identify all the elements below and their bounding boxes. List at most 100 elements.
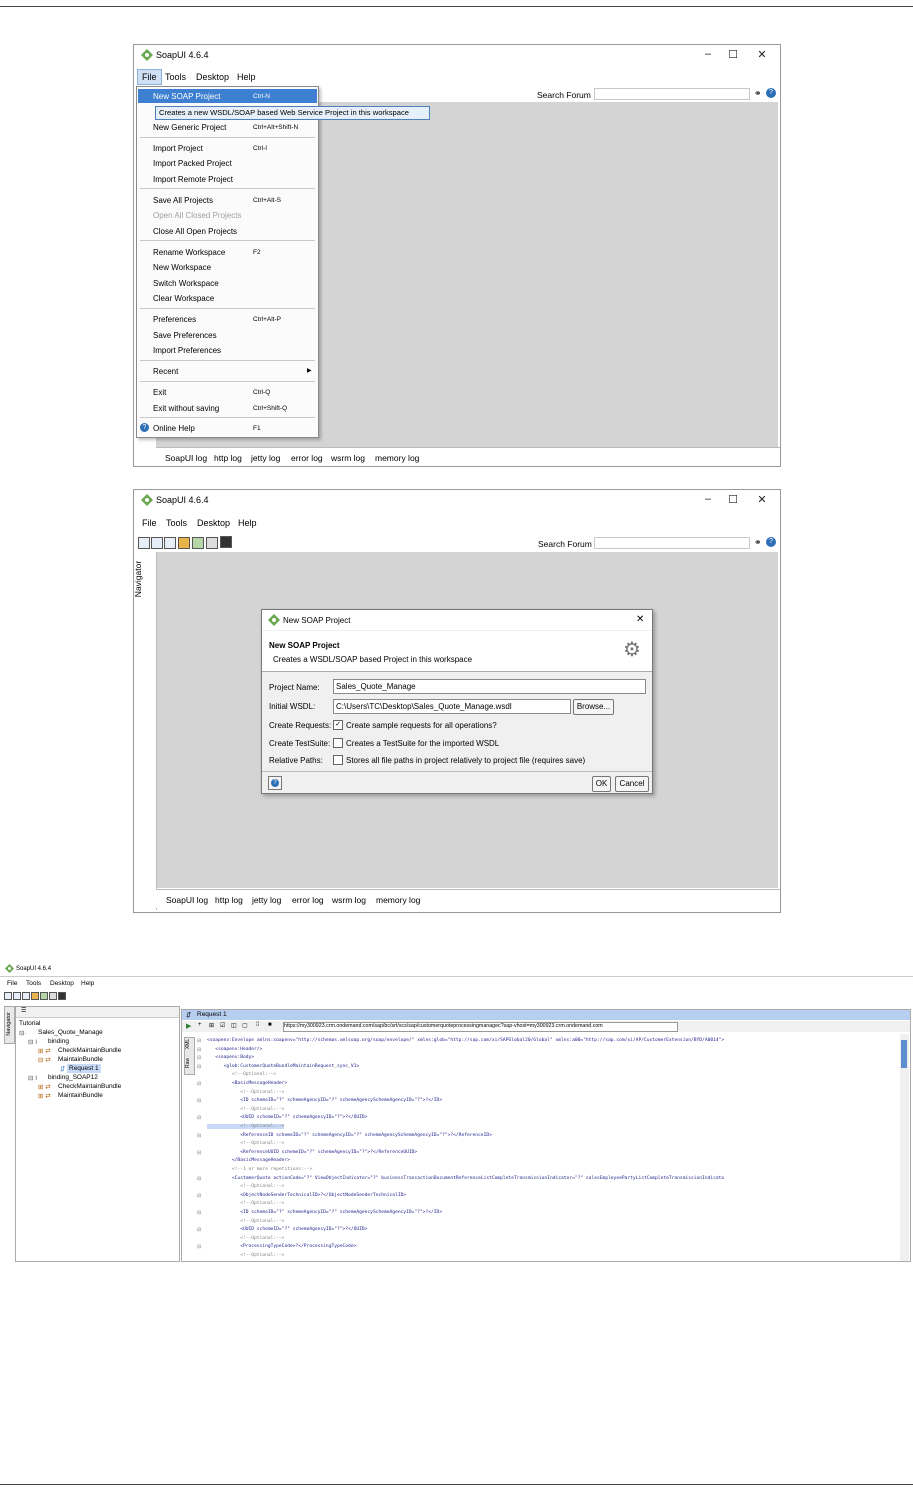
create-requests-checkbox[interactable]: ✓ xyxy=(333,720,343,730)
new-project-icon[interactable] xyxy=(4,992,12,1000)
menu-item-clear-workspace[interactable]: Clear Workspace xyxy=(153,294,214,308)
fold-icon[interactable]: ⊟ xyxy=(197,1064,201,1070)
add-assertion-icon[interactable]: + xyxy=(198,1022,202,1028)
list-icon[interactable]: ☰ xyxy=(21,1007,26,1014)
tree-node-request[interactable]: Request 1 xyxy=(67,1064,101,1073)
relative-paths-checkbox[interactable] xyxy=(333,755,343,765)
minimize-icon[interactable]: – xyxy=(700,493,716,505)
preferences-icon[interactable] xyxy=(49,992,57,1000)
dialog-close-icon[interactable]: ✕ xyxy=(636,614,644,625)
expand-icon[interactable]: ⊟ I xyxy=(28,1074,37,1082)
fold-icon[interactable]: ⊟ xyxy=(197,1193,201,1199)
log-tab-jetty[interactable]: jetty log xyxy=(251,453,280,463)
stop-icon[interactable]: ■ xyxy=(268,1022,272,1028)
menu-item-new-generic-project[interactable]: New Generic Project xyxy=(153,123,226,137)
menu-item-import-packed-project[interactable]: Import Packed Project xyxy=(153,159,232,173)
preferences-icon[interactable] xyxy=(206,537,218,549)
project-name-field[interactable]: Sales_Quote_Manage xyxy=(333,679,646,694)
menu-help[interactable]: Help xyxy=(238,518,257,528)
menu-item-save-preferences[interactable]: Save Preferences xyxy=(153,331,217,345)
search-forum-input[interactable] xyxy=(594,537,750,549)
menu-item-exit-without-saving[interactable]: Exit without saving xyxy=(153,404,219,418)
help-icon[interactable]: ? xyxy=(766,537,776,547)
fold-icon[interactable]: ⊟ xyxy=(197,1038,201,1044)
proxy-icon[interactable] xyxy=(58,992,66,1000)
tree-node-operation[interactable]: CheckMaintainBundle xyxy=(58,1083,121,1090)
log-tab-http[interactable]: http log xyxy=(215,895,243,905)
menu-desktop[interactable]: Desktop xyxy=(196,72,229,82)
scrollbar-thumb[interactable] xyxy=(901,1040,907,1068)
menu-item-rename-workspace[interactable]: Rename Workspace xyxy=(153,248,225,262)
wsdl-icon[interactable]: ⊞ xyxy=(209,1022,214,1029)
tree-node-operation[interactable]: MaintainBundle xyxy=(58,1056,103,1063)
tree-node-interface[interactable]: binding_SOAP12 xyxy=(48,1074,98,1081)
new-project-icon[interactable] xyxy=(138,537,150,549)
navigator-tab[interactable]: Navigator xyxy=(4,1006,15,1044)
menu-help[interactable]: Help xyxy=(81,980,94,987)
ok-button[interactable]: OK xyxy=(592,776,611,792)
fold-icon[interactable]: ⊟ xyxy=(197,1081,201,1087)
raw-tab[interactable]: Raw xyxy=(185,1058,191,1068)
forum-icon[interactable] xyxy=(31,992,39,1000)
clone-icon[interactable]: ◫ xyxy=(231,1022,237,1029)
menu-item-exit[interactable]: Exit xyxy=(153,388,166,402)
menu-item-switch-workspace[interactable]: Switch Workspace xyxy=(153,279,219,293)
split-icon[interactable]: ⁞⁞ xyxy=(256,1022,259,1028)
help-icon[interactable]: ? xyxy=(766,88,776,98)
menu-desktop[interactable]: Desktop xyxy=(50,980,74,987)
import-project-icon[interactable] xyxy=(13,992,21,1000)
trial-icon[interactable] xyxy=(192,537,204,549)
menu-item-online-help[interactable]: Online Help xyxy=(153,424,195,438)
expand-icon[interactable]: ⊟ I xyxy=(28,1038,37,1046)
maximize-icon[interactable]: ☐ xyxy=(725,48,741,61)
menu-item-preferences[interactable]: Preferences xyxy=(153,315,196,329)
menu-item-recent[interactable]: Recent xyxy=(153,367,178,381)
import-project-icon[interactable] xyxy=(151,537,163,549)
create-testsuite-checkbox[interactable] xyxy=(333,738,343,748)
fold-icon[interactable]: ⊟ xyxy=(197,1244,201,1250)
log-tab-soapui[interactable]: SoapUI log xyxy=(165,453,207,463)
maximize-icon[interactable]: ☐ xyxy=(725,493,741,506)
copy-icon[interactable]: ▢ xyxy=(242,1022,248,1029)
request-tab-title[interactable]: Request 1 xyxy=(197,1011,227,1018)
forum-icon[interactable] xyxy=(178,537,190,549)
log-tab-error[interactable]: error log xyxy=(291,453,323,463)
log-tab-wsrm[interactable]: wsrm log xyxy=(331,453,365,463)
fold-icon[interactable]: ⊟ xyxy=(197,1176,201,1182)
save-all-icon[interactable] xyxy=(22,992,30,1000)
operation-icon[interactable]: ⊞ ⇄ xyxy=(38,1083,51,1091)
operation-icon[interactable]: ⊞ ⇄ xyxy=(38,1047,51,1055)
fold-icon[interactable]: ⊟ xyxy=(197,1115,201,1121)
log-tab-memory[interactable]: memory log xyxy=(376,895,420,905)
fold-icon[interactable]: ⊟ xyxy=(197,1150,201,1156)
xml-editor[interactable]: ⊟ <soapenv:Envelope xmlns:soapenv="http:/… xyxy=(195,1034,899,1261)
log-tab-http[interactable]: http log xyxy=(214,453,242,463)
log-tab-wsrm[interactable]: wsrm log xyxy=(332,895,366,905)
navigator-tab[interactable]: Navigator xyxy=(133,561,143,597)
browse-button[interactable]: Browse... xyxy=(573,699,614,715)
fold-icon[interactable]: ⊟ xyxy=(197,1227,201,1233)
tree-node-operation[interactable]: MaintainBundle xyxy=(58,1092,103,1099)
menu-item-close-all-open-projects[interactable]: Close All Open Projects xyxy=(153,227,237,241)
expand-icon[interactable]: ⊟· xyxy=(19,1029,27,1037)
menu-item-new-soap-project[interactable]: New SOAP Project xyxy=(153,92,220,106)
search-forum-input[interactable] xyxy=(594,88,750,100)
menu-item-import-preferences[interactable]: Import Preferences xyxy=(153,346,221,360)
save-all-icon[interactable] xyxy=(164,537,176,549)
menu-item-save-all-projects[interactable]: Save All Projects xyxy=(153,196,213,210)
menu-tools[interactable]: Tools xyxy=(165,72,186,82)
menu-file[interactable]: File xyxy=(142,518,157,528)
run-icon[interactable]: ▶ xyxy=(186,1022,191,1030)
operation-icon[interactable]: ⊟ ⇄ xyxy=(38,1056,51,1064)
tree-node-project[interactable]: Sales_Quote_Manage xyxy=(38,1029,103,1036)
initial-wsdl-field[interactable]: C:\Users\TC\Desktop\Sales_Quote_Manage.w… xyxy=(333,699,571,714)
endpoint-field[interactable]: https://my300923.crm.ondemand.com/sap/bc… xyxy=(283,1022,678,1032)
menu-tools[interactable]: Tools xyxy=(26,980,41,987)
close-icon[interactable]: ✕ xyxy=(754,48,770,61)
operation-icon[interactable]: ⊞ ⇄ xyxy=(38,1092,51,1100)
log-tab-soapui[interactable]: SoapUI log xyxy=(166,895,208,905)
menu-tools[interactable]: Tools xyxy=(166,518,187,528)
fold-icon[interactable]: ⊟ xyxy=(197,1055,201,1061)
tree-node-interface[interactable]: binding xyxy=(48,1038,69,1045)
binoculars-icon[interactable]: ⚭ xyxy=(754,88,762,99)
